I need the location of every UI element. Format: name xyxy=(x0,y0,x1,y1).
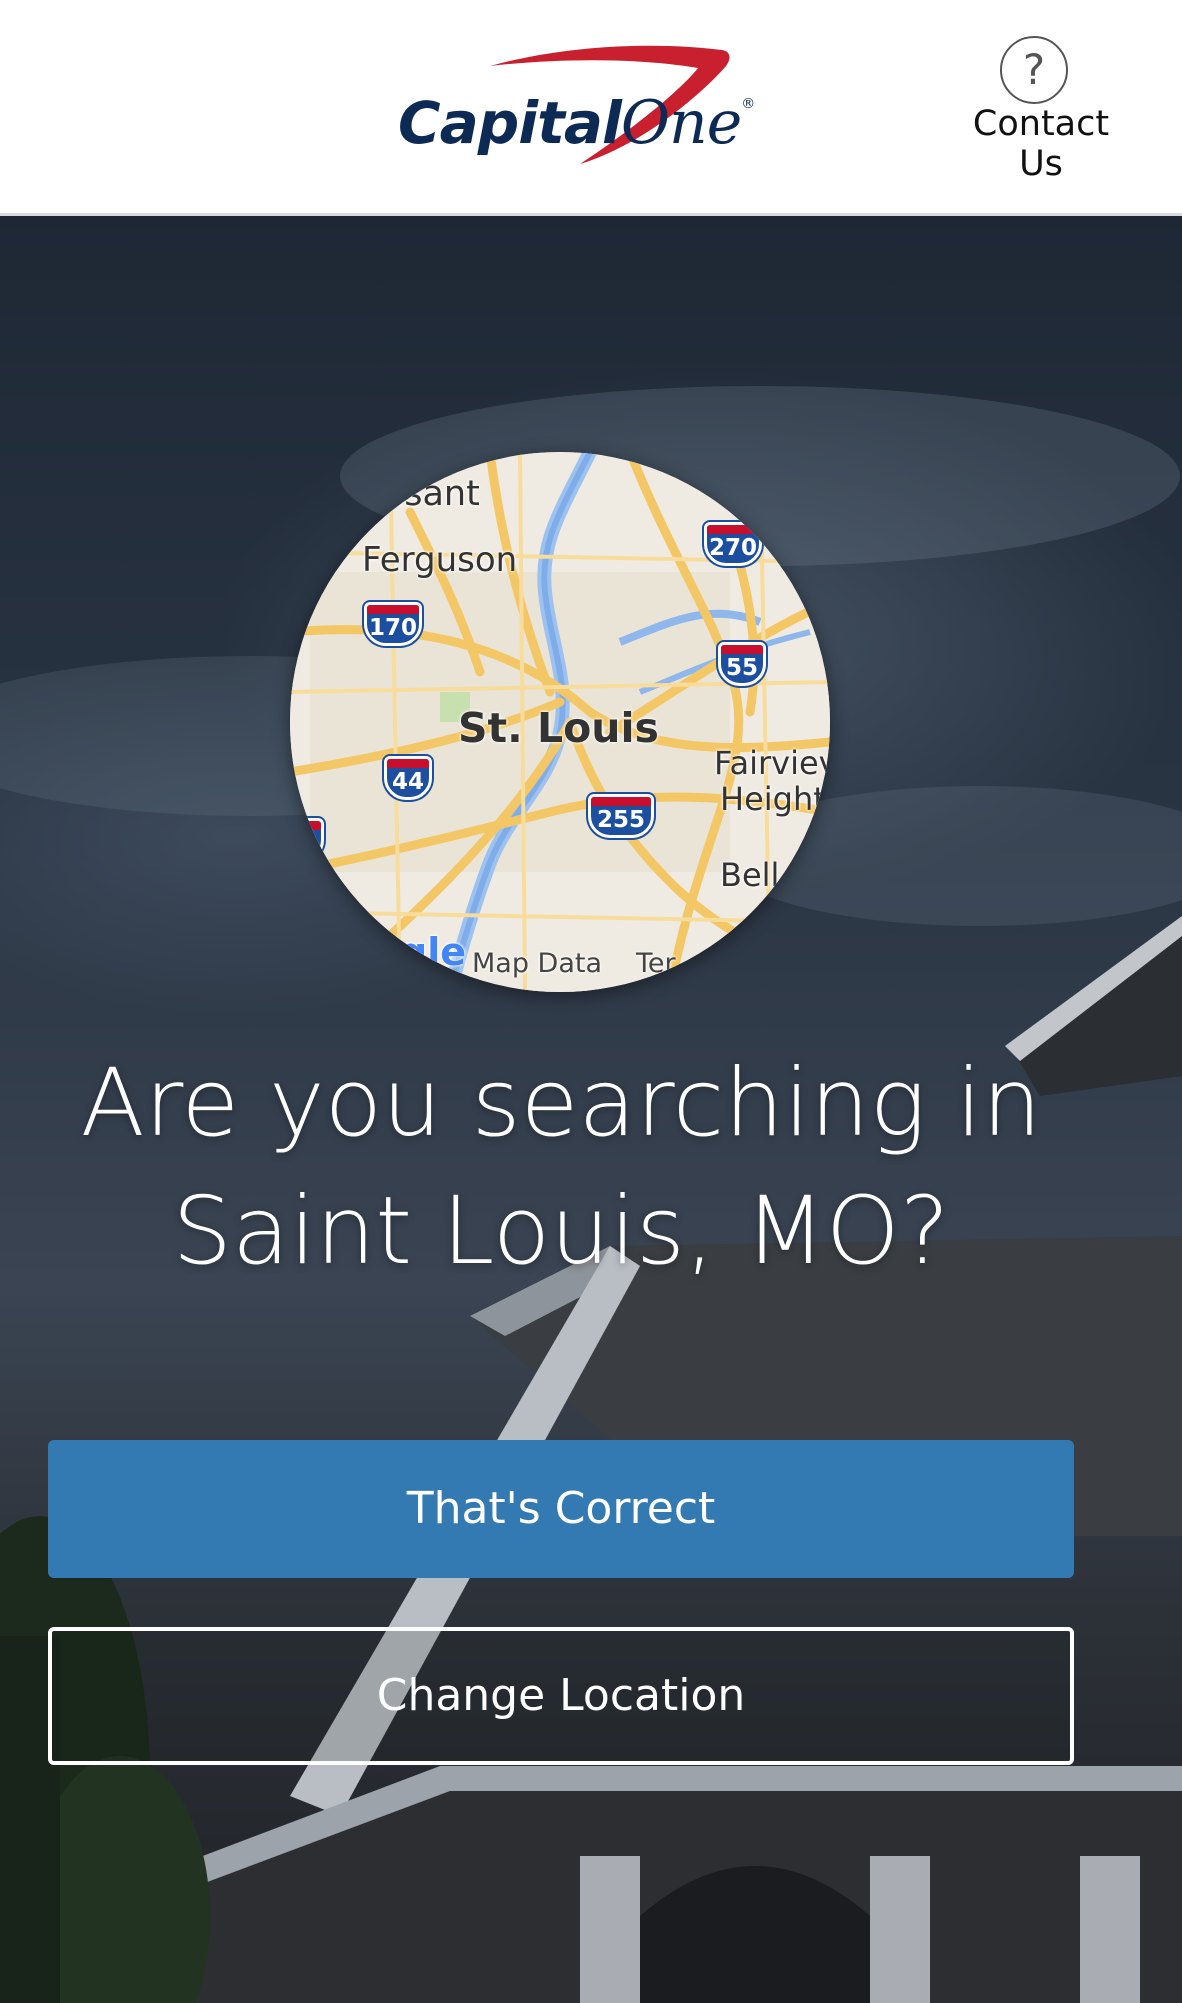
map-label-ferguson: Ferguson xyxy=(362,540,518,580)
thats-correct-button[interactable]: That's Correct xyxy=(48,1440,1074,1578)
map-label-st-louis: St. Louis xyxy=(458,704,659,752)
question-line-2: Saint Louis, MO? xyxy=(172,1177,950,1286)
change-location-button[interactable]: Change Location xyxy=(48,1627,1074,1765)
interstate-255-shield: 255 xyxy=(588,794,654,838)
question-line-1: Are you searching in xyxy=(80,1049,1042,1158)
map-label-fairview: Fairviev xyxy=(714,744,830,782)
map-google-logo: gle xyxy=(400,930,466,974)
app-screen: CapitalOne® ? Contact Us ssant Ferguson … xyxy=(0,0,1182,2003)
location-question: Are you searching in Saint Louis, MO? xyxy=(40,1040,1082,1296)
map-data-link[interactable]: Map Data xyxy=(472,948,602,979)
logo-capital-text: Capital xyxy=(398,89,622,157)
interstate-44-shield: 44 xyxy=(384,756,432,800)
map-label-florissant: ssant xyxy=(386,474,480,514)
location-map[interactable]: ssant Ferguson St. Louis Fairviev Height… xyxy=(290,452,830,992)
map-label-heights: Height xyxy=(720,780,826,818)
logo-wordmark: CapitalOne® xyxy=(398,88,755,158)
interstate-55-shield: 55 xyxy=(718,642,766,686)
interstate-270-shield: 270 xyxy=(704,522,762,566)
app-header: CapitalOne® ? Contact Us xyxy=(0,0,1182,216)
contact-us-button[interactable]: ? Contact Us xyxy=(948,36,1148,184)
map-label-belleville: Bell xyxy=(720,856,780,894)
map-terms-link[interactable]: Ter xyxy=(636,948,676,979)
interstate-170-shield: 170 xyxy=(364,602,422,646)
help-question-icon: ? xyxy=(1000,36,1068,104)
logo-one-text: One xyxy=(620,88,742,158)
contact-us-label: Contact Us xyxy=(972,104,1110,184)
capital-one-logo[interactable]: CapitalOne® xyxy=(380,36,780,176)
logo-registered-mark: ® xyxy=(741,96,755,112)
